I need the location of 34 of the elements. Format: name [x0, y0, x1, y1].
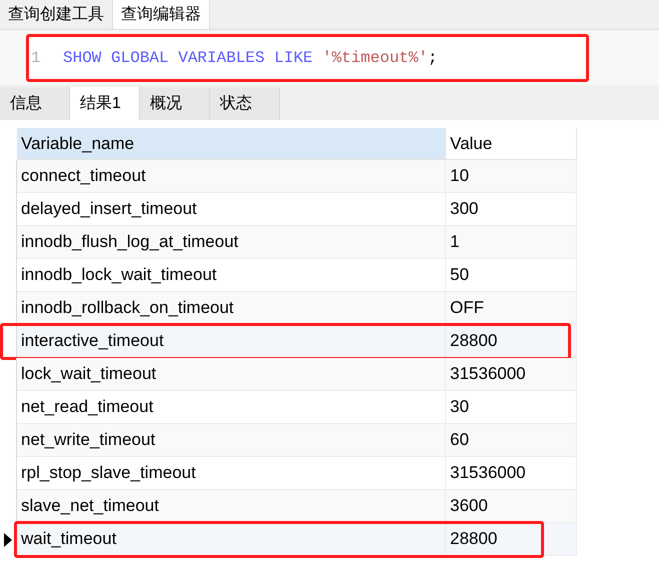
table-cell: net_write_timeout — [17, 424, 446, 457]
table-cell: OFF — [446, 292, 577, 325]
table-cell: interactive_timeout — [17, 325, 446, 358]
code-line: SHOW GLOBAL VARIABLES LIKE '%timeout%'; — [63, 48, 438, 69]
table-cell: lock_wait_timeout — [17, 358, 446, 391]
column-header[interactable]: Variable_name — [17, 128, 446, 160]
result-tab[interactable]: 信息 — [0, 87, 70, 120]
table-cell: 31536000 — [446, 457, 577, 490]
table-cell: 1 — [446, 226, 577, 259]
table-cell: rpl_stop_slave_timeout — [17, 457, 446, 490]
line-number: 1 — [30, 48, 42, 69]
table-cell: connect_timeout — [17, 160, 446, 193]
table-cell: 50 — [446, 259, 577, 292]
table-cell: 300 — [446, 193, 577, 226]
table-cell: net_read_timeout — [17, 391, 446, 424]
table-cell: wait_timeout — [17, 523, 446, 556]
table-cell: 28800 — [446, 523, 577, 556]
table-cell: 28800 — [446, 325, 577, 358]
table-cell: 10 — [446, 160, 577, 193]
table-cell: 3600 — [446, 490, 577, 523]
table-cell: 31536000 — [446, 358, 577, 391]
result-tab[interactable]: 结果1 — [70, 87, 140, 120]
result-tab[interactable]: 概况 — [140, 87, 210, 120]
table-cell: delayed_insert_timeout — [17, 193, 446, 226]
editor-tab[interactable]: 查询编辑器 — [112, 0, 210, 29]
table-cell: 60 — [446, 424, 577, 457]
table-cell: innodb_flush_log_at_timeout — [17, 226, 446, 259]
table-cell: innodb_lock_wait_timeout — [17, 259, 446, 292]
table-cell: slave_net_timeout — [17, 490, 446, 523]
column-header[interactable]: Value — [446, 128, 577, 160]
table-cell: innodb_rollback_on_timeout — [17, 292, 446, 325]
code-editor[interactable]: 1 SHOW GLOBAL VARIABLES LIKE '%timeout%'; — [26, 34, 589, 82]
table-cell: 30 — [446, 391, 577, 424]
result-tab[interactable]: 状态 — [210, 87, 280, 120]
